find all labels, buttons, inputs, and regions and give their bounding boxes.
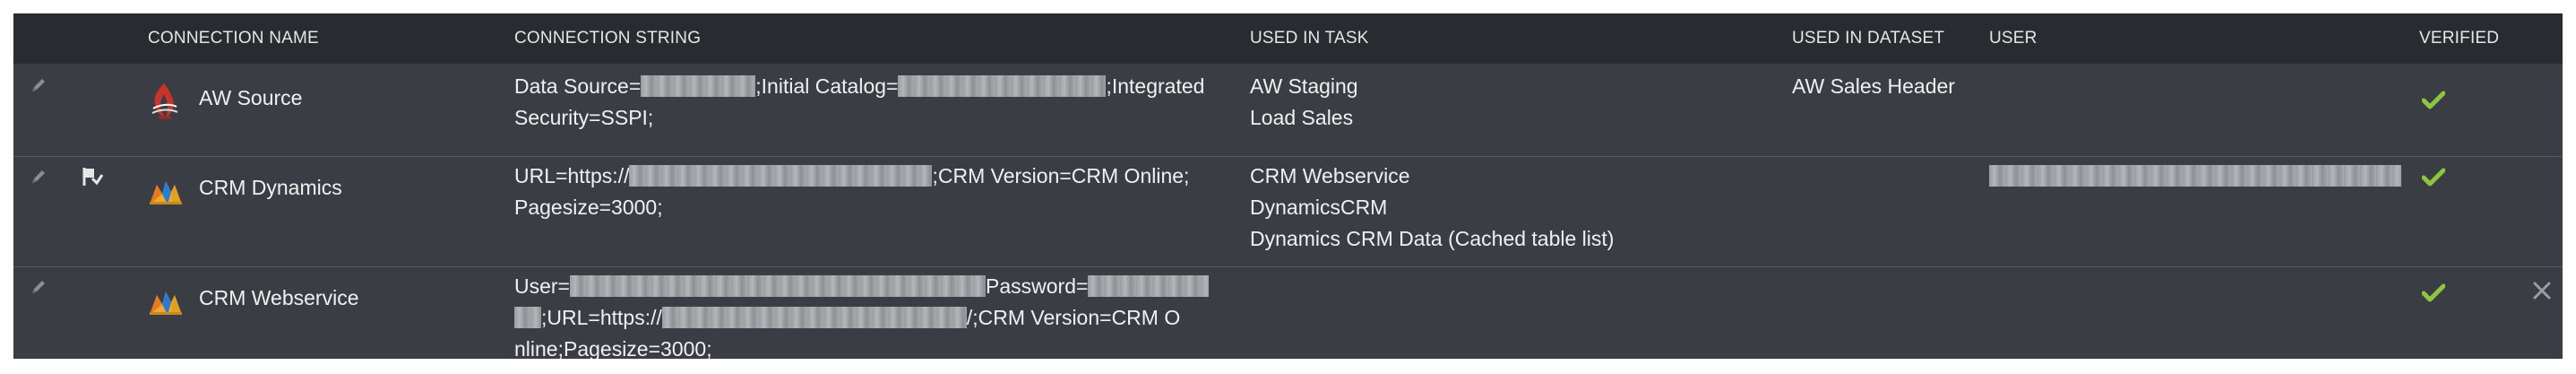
redacted-text: [514, 307, 541, 328]
dynamics-crm-icon: [150, 291, 182, 315]
delete-x-icon[interactable]: [2531, 280, 2553, 301]
task-link[interactable]: Dynamics CRM Data (Cached table list): [1250, 223, 1614, 255]
dynamics-crm-icon: [150, 181, 182, 204]
redacted-text: [570, 275, 986, 297]
connection-name[interactable]: CRM Dynamics: [199, 176, 342, 199]
redacted-text: [629, 165, 933, 187]
table-row[interactable]: AW Source Data Source= ;Initial Catalog=;…: [13, 64, 2563, 157]
task-link[interactable]: DynamicsCRM: [1250, 192, 1614, 223]
pencil-edit-icon[interactable]: [30, 76, 47, 94]
table-row[interactable]: CRM Webservice User= Password= ;URL=https…: [13, 267, 2563, 359]
pencil-edit-icon[interactable]: [30, 168, 47, 186]
connection-name[interactable]: CRM Webservice: [199, 286, 359, 309]
redacted-text: [641, 75, 756, 97]
dataset-link[interactable]: AW Sales Header: [1792, 71, 1955, 102]
column-header-used-in-task[interactable]: USED IN TASK: [1250, 13, 1369, 64]
redacted-text: [1989, 165, 2401, 187]
table-row[interactable]: CRM Dynamics URL=https://;CRM Version=CR…: [13, 157, 2563, 267]
task-link[interactable]: CRM Webservice: [1250, 161, 1614, 192]
column-header-connection-name[interactable]: CONNECTION NAME: [148, 13, 319, 64]
connection-string: Data Source= ;Initial Catalog= ;Integrated…: [514, 74, 1205, 129]
column-header-user[interactable]: USER: [1989, 13, 2038, 64]
used-in-dataset: AW Sales Header: [1792, 71, 1955, 102]
checkmark-verified-icon: [2422, 283, 2445, 302]
column-header-used-in-dataset[interactable]: USED IN DATASET: [1792, 13, 1944, 64]
used-in-task: AW Staging Load Sales: [1250, 71, 1358, 134]
connection-string: URL=https://;CRM Version=CRM Online; Pag…: [514, 164, 1190, 219]
sql-server-icon: [151, 83, 178, 119]
column-header-connection-string[interactable]: CONNECTION STRING: [514, 13, 701, 64]
flag-icon[interactable]: [81, 166, 104, 187]
redacted-text: [1088, 275, 1210, 297]
grid-header: CONNECTION NAME CONNECTION STRING USED I…: [13, 13, 2563, 64]
used-in-task: CRM Webservice DynamicsCRM Dynamics CRM …: [1250, 161, 1614, 255]
task-link[interactable]: Load Sales: [1250, 102, 1358, 134]
checkmark-verified-icon: [2422, 91, 2445, 109]
checkmark-verified-icon: [2422, 168, 2445, 187]
column-header-verified[interactable]: VERIFIED: [2419, 13, 2499, 64]
connections-grid: CONNECTION NAME CONNECTION STRING USED I…: [13, 13, 2563, 359]
connection-string: User= Password= ;URL=https:///;CRM Versio…: [514, 271, 1249, 359]
redacted-text: [661, 307, 967, 328]
pencil-edit-icon[interactable]: [30, 278, 47, 296]
user-value: [1989, 161, 2401, 192]
redacted-text: [898, 75, 1107, 97]
task-link[interactable]: AW Staging: [1250, 71, 1358, 102]
connection-name[interactable]: AW Source: [199, 86, 302, 109]
